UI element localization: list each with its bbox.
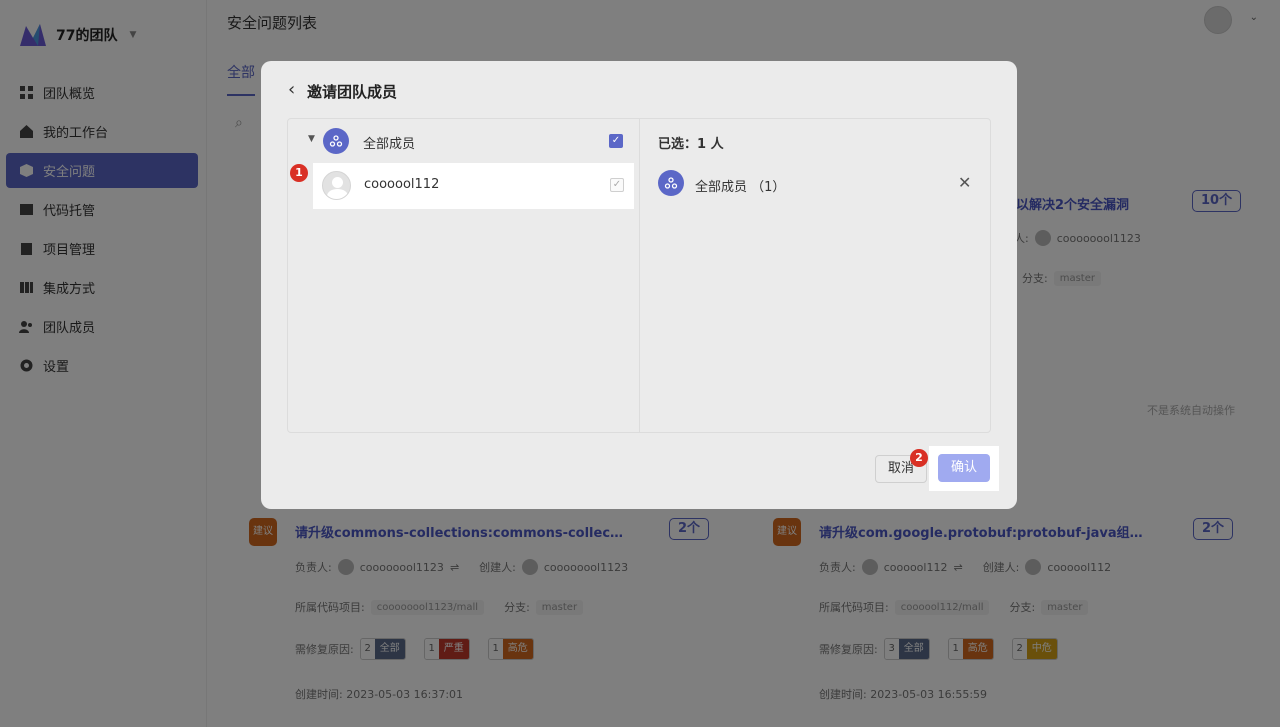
member-row[interactable]: coooool112 ✓ <box>313 163 634 209</box>
back-chevron-icon[interactable]: ‹ <box>288 79 295 100</box>
caret-down-icon[interactable]: ▼ <box>308 134 315 144</box>
dialog-title: 邀请团队成员 <box>307 83 398 101</box>
group-icon <box>658 170 684 196</box>
group-label: 全部成员 <box>363 137 416 152</box>
invite-member-dialog: ‹ 邀请团队成员 ▼ 全部成员 ✓ 已选：1 人 全部成员 （1） ✕ 取消 <box>261 61 1017 509</box>
select-all-checkbox[interactable]: ✓ <box>609 134 623 148</box>
member-checkbox[interactable]: ✓ <box>610 178 624 192</box>
divider <box>639 119 640 432</box>
confirm-highlight: 确认 <box>929 446 999 491</box>
member-name: coooool112 <box>364 177 440 192</box>
step-marker-1: 1 <box>290 164 308 182</box>
avatar <box>322 171 351 200</box>
step-marker-2: 2 <box>910 449 928 467</box>
confirm-button[interactable]: 确认 <box>938 454 990 482</box>
selected-item-label: 全部成员 （1） <box>695 180 786 195</box>
close-icon[interactable]: ✕ <box>958 173 971 192</box>
group-icon <box>323 128 349 154</box>
selected-count: 已选：1 人 <box>658 137 724 152</box>
